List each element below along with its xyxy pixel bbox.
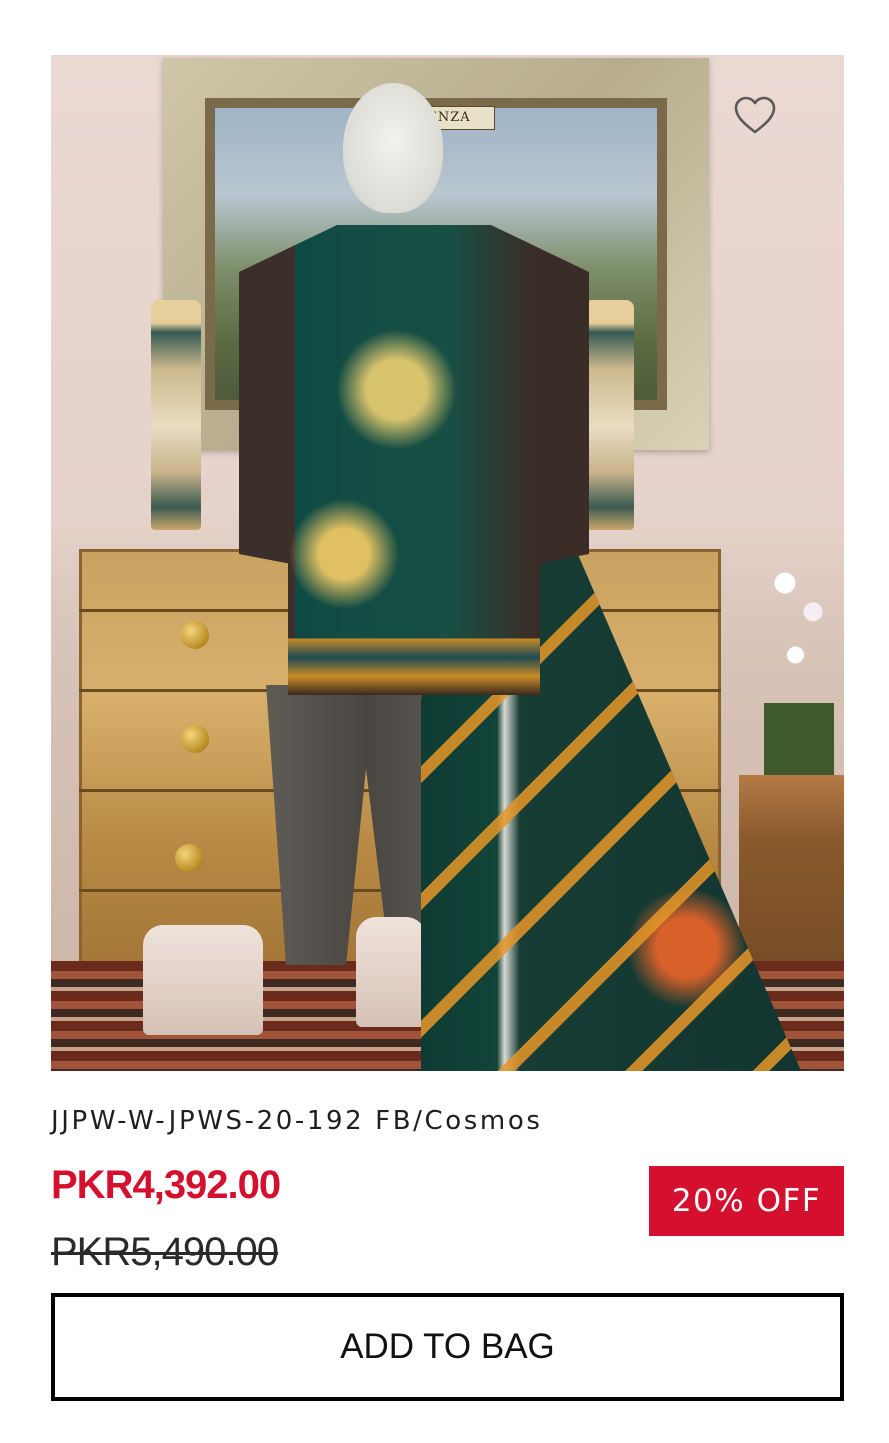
product-name[interactable]: JJPW-W-JPWS-20-192 FB/Cosmos <box>51 1106 543 1136</box>
left-lamp <box>151 300 201 530</box>
sale-price: PKR4,392.00 <box>51 1163 281 1207</box>
mannequin-head <box>343 83 443 213</box>
discount-badge: 20% OFF <box>649 1166 844 1236</box>
wishlist-button[interactable] <box>724 86 786 144</box>
right-lamp <box>584 300 634 530</box>
orchid-plant <box>764 535 834 775</box>
original-price: PKR5,490.00 <box>51 1230 279 1274</box>
heart-outline-icon <box>734 96 776 134</box>
right-shoe <box>356 917 426 1027</box>
kurta <box>239 225 589 695</box>
add-to-bag-button[interactable]: ADD TO BAG <box>51 1293 844 1401</box>
product-image[interactable]: ENZA <box>51 55 844 1071</box>
left-shoe <box>143 925 263 1035</box>
product-card: ENZA JJPW-W-JPWS-20-192 FB/Cosmos PKR4,3… <box>0 0 889 1443</box>
